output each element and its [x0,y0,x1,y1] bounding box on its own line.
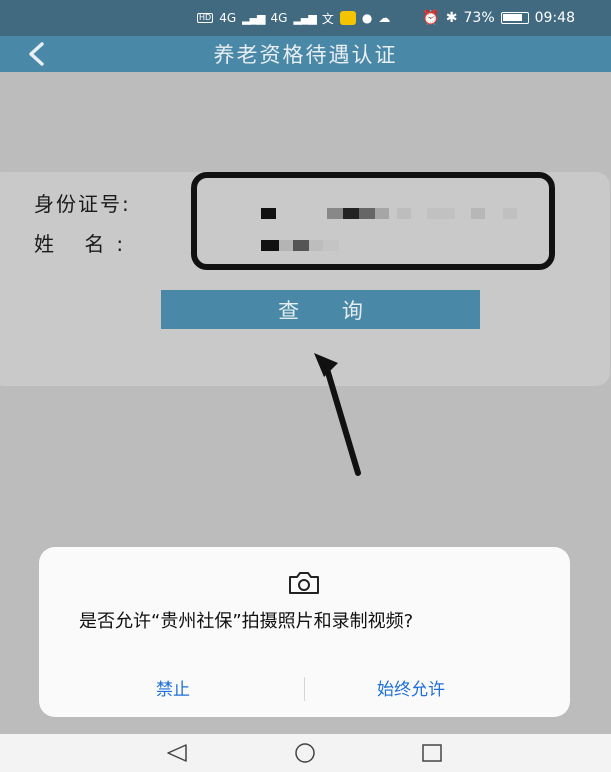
signal-icon: ▂▄▆ [293,11,316,25]
redaction-block [375,208,389,219]
redaction-block [397,208,411,219]
button-divider [304,677,305,701]
redaction-block [343,208,359,219]
page-title: 养老资格待遇认证 [213,43,398,67]
id-number-field[interactable] [205,186,541,222]
status-bar: HD 4G ▂▄▆ 4G ▂▄▆ 文 ● ☁ ⏰ ✱ 73% 09:48 [0,0,611,36]
network-type-1: 4G [219,11,237,25]
chat-icon: ● [361,11,373,25]
annotation-arrow-icon [314,353,361,476]
nav-back-icon[interactable] [166,743,188,763]
redaction-block [261,208,276,219]
redaction-block [359,208,375,219]
chevron-left-icon [29,42,44,66]
redaction-block [427,208,455,219]
redaction-block [293,240,309,251]
network-type-2: 4G [270,11,288,25]
redaction-block [261,240,279,251]
input-fields-highlight [191,172,555,270]
camera-icon [289,572,319,594]
permission-message: 是否允许“贵州社保”拍摄照片和录制视频? [79,611,414,632]
nav-home-icon[interactable] [293,743,317,763]
nav-recent-apps-icon[interactable] [421,743,443,763]
redaction-block [323,240,339,251]
translate-icon: 文 [321,11,334,26]
battery-icon [500,12,529,24]
deny-button[interactable]: 禁止 [156,675,190,700]
name-label: 姓 名: [34,232,136,256]
cloud-icon: ☁ [378,11,391,25]
permission-dialog: 是否允许“贵州社保”拍摄照片和录制视频? 禁止 始终允许 [39,547,570,717]
system-nav-bar [0,734,611,772]
title-bar: 养老资格待遇认证 [0,36,611,72]
app-notification-icon [339,11,356,25]
back-button[interactable] [22,40,50,68]
always-allow-button[interactable]: 始终允许 [377,675,445,700]
bluetooth-icon: ✱ [445,10,458,26]
hd-icon: HD [197,13,214,23]
alarm-icon: ⏰ [422,10,440,26]
query-button[interactable]: 查 询 [161,290,480,329]
redaction-block [309,240,323,251]
redaction-block [471,208,485,219]
name-field[interactable] [205,228,541,262]
id-number-label: 身份证号: [34,192,131,216]
redaction-block [503,208,517,219]
redaction-block [279,240,293,251]
clock: 09:48 [534,10,575,26]
status-icons: HD 4G ▂▄▆ 4G ▂▄▆ 文 ● ☁ [197,10,390,27]
redaction-block [327,208,343,219]
signal-icon: ▂▄▆ [242,11,265,25]
battery-percent: 73% [463,10,495,26]
